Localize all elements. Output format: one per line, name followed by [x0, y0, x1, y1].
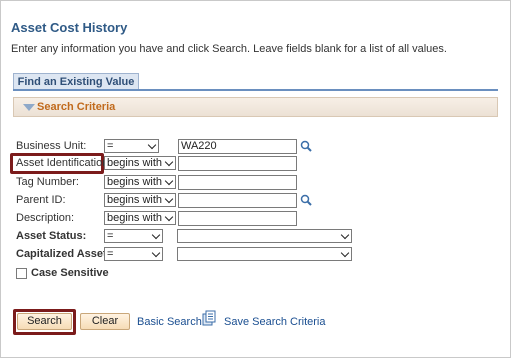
- business-unit-operator-value: =: [107, 140, 114, 152]
- capitalized-asset-value-select[interactable]: [177, 247, 352, 261]
- description-input[interactable]: [178, 211, 297, 226]
- basic-search-link[interactable]: Basic Search: [137, 316, 202, 328]
- chevron-down-icon: [164, 157, 174, 167]
- chevron-down-icon: [147, 140, 157, 150]
- business-unit-input[interactable]: WA220: [178, 139, 297, 154]
- magnifier-icon[interactable]: [300, 140, 312, 152]
- capitalized-asset-operator-value: =: [107, 248, 114, 260]
- capitalized-asset-operator-select[interactable]: =: [104, 247, 163, 261]
- tab-find-existing-value[interactable]: Find an Existing Value: [13, 73, 139, 90]
- asset-status-label: Asset Status:: [16, 230, 87, 242]
- chevron-down-icon: [164, 176, 174, 186]
- asset-identification-input[interactable]: [178, 156, 297, 171]
- page-instructions: Enter any information you have and click…: [11, 43, 447, 55]
- business-unit-operator-select[interactable]: =: [104, 139, 159, 153]
- search-button[interactable]: Search: [17, 313, 72, 330]
- chevron-down-icon: [164, 212, 174, 222]
- description-label: Description:: [16, 212, 75, 224]
- tab-divider: [13, 89, 498, 91]
- chevron-down-icon: [164, 194, 174, 204]
- case-sensitive-checkbox[interactable]: [16, 268, 27, 279]
- document-icon[interactable]: [201, 310, 217, 326]
- search-criteria-header[interactable]: Search Criteria: [13, 97, 498, 117]
- tag-number-input[interactable]: [178, 175, 297, 190]
- clear-button[interactable]: Clear: [80, 313, 130, 330]
- parent-id-operator-select[interactable]: begins with: [104, 193, 176, 207]
- asset-status-operator-value: =: [107, 230, 114, 242]
- asset-status-operator-select[interactable]: =: [104, 229, 163, 243]
- business-unit-value: WA220: [181, 140, 217, 152]
- asset-identification-label: Asset Identification:: [16, 157, 112, 169]
- capitalized-asset-label: Capitalized Asset:: [16, 248, 111, 260]
- asset-identification-operator-value: begins with: [107, 157, 163, 169]
- triangle-down-icon[interactable]: [23, 104, 35, 111]
- page-title: Asset Cost History: [11, 20, 128, 35]
- tag-number-operator-select[interactable]: begins with: [104, 175, 176, 189]
- magnifier-icon[interactable]: [300, 194, 312, 206]
- parent-id-label: Parent ID:: [16, 194, 66, 206]
- parent-id-input[interactable]: [178, 193, 297, 208]
- description-operator-select[interactable]: begins with: [104, 211, 176, 225]
- chevron-down-icon: [151, 230, 161, 240]
- chevron-down-icon: [340, 248, 350, 258]
- section-title: Search Criteria: [37, 101, 116, 113]
- tag-number-label: Tag Number:: [16, 176, 79, 188]
- case-sensitive-label: Case Sensitive: [31, 267, 109, 279]
- asset-identification-operator-select[interactable]: begins with: [104, 156, 176, 170]
- save-search-criteria-link[interactable]: Save Search Criteria: [224, 316, 326, 328]
- description-operator-value: begins with: [107, 212, 163, 224]
- chevron-down-icon: [340, 230, 350, 240]
- chevron-down-icon: [151, 248, 161, 258]
- parent-id-operator-value: begins with: [107, 194, 163, 206]
- tag-number-operator-value: begins with: [107, 176, 163, 188]
- business-unit-label: Business Unit:: [16, 140, 87, 152]
- asset-status-value-select[interactable]: [177, 229, 352, 243]
